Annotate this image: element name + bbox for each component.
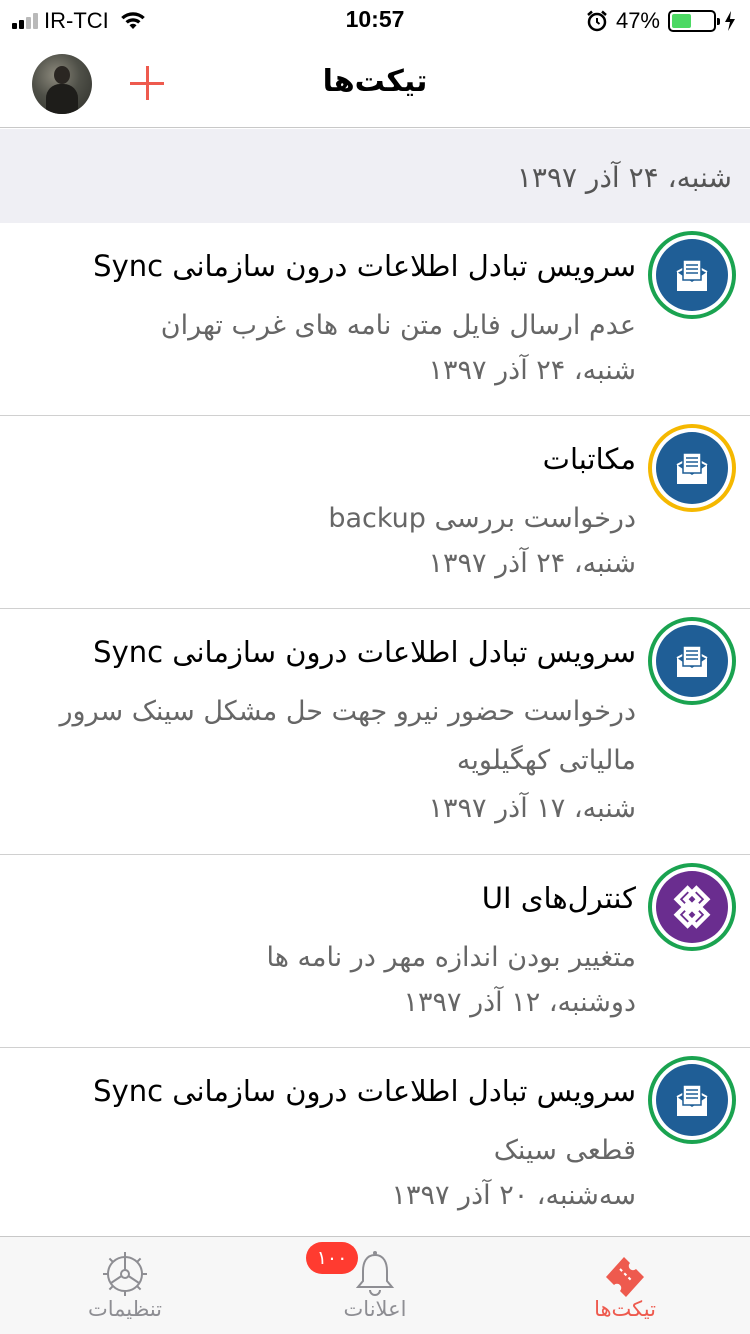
- ticket-description: قطعی سینک: [493, 1135, 636, 1166]
- ticket-status-ring: [648, 1056, 736, 1144]
- mail-document-icon: [656, 432, 728, 504]
- gear-icon: [103, 1252, 147, 1296]
- mail-document-icon: [656, 625, 728, 697]
- ticket-description: درخواست حضور نیرو جهت حل مشکل سینک سرور …: [59, 696, 636, 776]
- tab-tickets[interactable]: تیکت‌ها: [500, 1237, 750, 1334]
- section-date: شنبه، ۲۴ آذر ۱۳۹۷: [516, 161, 732, 194]
- notifications-badge: ۱۰۰: [306, 1242, 358, 1274]
- ticket-title: سرویس تبادل اطلاعات درون سازمانی Sync: [93, 249, 636, 283]
- status-right: 47%: [586, 8, 736, 34]
- ticket-description: متغییر بودن اندازه مهر در نامه ها: [266, 942, 636, 973]
- battery-icon: [668, 10, 720, 32]
- ticket-row[interactable]: سرویس تبادل اطلاعات درون سازمانی Sync عد…: [0, 223, 750, 416]
- ticket-row[interactable]: سرویس تبادل اطلاعات درون سازمانی Sync در…: [0, 609, 750, 855]
- ticket-icon: [606, 1257, 644, 1297]
- status-bar: IR-TCI 10:57 47%: [0, 0, 750, 40]
- ticket-date: دوشنبه، ۱۲ آذر ۱۳۹۷: [403, 987, 636, 1018]
- ticket-description: درخواست بررسی backup: [328, 503, 636, 534]
- ticket-row[interactable]: مکاتبات درخواست بررسی backup شنبه، ۲۴ آذ…: [0, 416, 750, 609]
- mail-document-icon: [656, 239, 728, 311]
- ticket-date: شنبه، ۲۴ آذر ۱۳۹۷: [428, 548, 636, 579]
- alarm-icon: [587, 10, 607, 32]
- ticket-description: عدم ارسال فایل متن نامه های غرب تهران: [160, 310, 636, 341]
- ticket-row[interactable]: سرویس تبادل اطلاعات درون سازمانی Sync قط…: [0, 1048, 750, 1238]
- ticket-list: سرویس تبادل اطلاعات درون سازمانی Sync عد…: [0, 223, 750, 1238]
- ticket-date: شنبه، ۱۷ آذر ۱۳۹۷: [428, 793, 636, 824]
- ticket-date: شنبه، ۲۴ آذر ۱۳۹۷: [428, 355, 636, 386]
- tab-notifications-label: اعلانات: [343, 1297, 407, 1321]
- tab-bar: تنظیمات ۱۰۰ اعلانات تیکت‌ها: [0, 1236, 750, 1334]
- page-title: تیکت‌ها: [322, 64, 428, 99]
- ticket-title: مکاتبات: [542, 442, 636, 476]
- tab-settings[interactable]: تنظیمات: [0, 1237, 250, 1334]
- navigation-bar: تیکت‌ها: [0, 40, 750, 128]
- ticket-date: سه‌شنبه، ۲۰ آذر ۱۳۹۷: [391, 1180, 636, 1211]
- ticket-status-ring: [648, 424, 736, 512]
- tab-settings-label: تنظیمات: [87, 1297, 163, 1321]
- battery-percent: 47%: [615, 8, 660, 33]
- ticket-status-ring: [648, 863, 736, 951]
- ticket-status-ring: [648, 231, 736, 319]
- tab-notifications[interactable]: ۱۰۰ اعلانات: [250, 1237, 500, 1334]
- ticket-title: سرویس تبادل اطلاعات درون سازمانی Sync: [93, 1074, 636, 1108]
- tab-tickets-label: تیکت‌ها: [594, 1297, 656, 1321]
- ticket-title: سرویس تبادل اطلاعات درون سازمانی Sync: [93, 635, 636, 669]
- ticket-title: کنترل‌های UI: [481, 881, 636, 915]
- mail-document-icon: [656, 1064, 728, 1136]
- charging-bolt-icon: [725, 11, 735, 31]
- puzzle-knot-icon: [656, 871, 728, 943]
- ticket-row[interactable]: کنترل‌های UI متغییر بودن اندازه مهر در ن…: [0, 855, 750, 1048]
- section-date-header: شنبه، ۲۴ آذر ۱۳۹۷: [0, 129, 750, 223]
- ticket-status-ring: [648, 617, 736, 705]
